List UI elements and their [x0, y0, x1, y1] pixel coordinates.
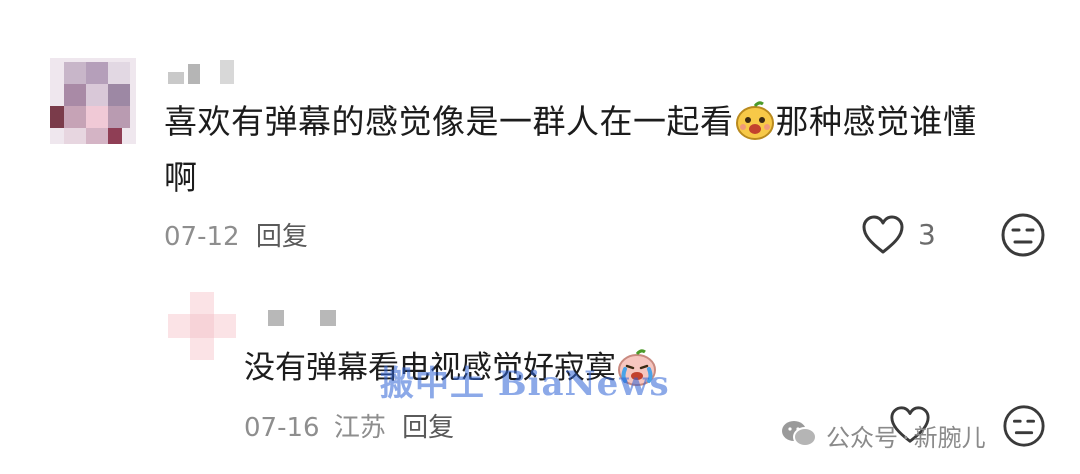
reply-location: 江苏	[333, 413, 386, 443]
reply-button[interactable]: 回复	[256, 222, 308, 252]
comment-date: 07-12	[164, 222, 240, 252]
reply-avatar[interactable]	[168, 292, 236, 360]
heart-icon[interactable]	[860, 213, 906, 257]
account-attribution: 公众号 · 新腕儿	[826, 424, 986, 452]
reply-meta: 07-16 江苏 回复	[244, 407, 454, 444]
wechat-icon	[782, 421, 817, 447]
reply-username[interactable]	[268, 308, 338, 328]
comment-meta: 07-12 回复	[164, 216, 308, 253]
reply-neutral-face-icon[interactable]	[1002, 404, 1046, 448]
like-count: 3	[918, 218, 936, 251]
watermark: 搬中土 BiaNews	[380, 364, 670, 404]
username[interactable]	[168, 60, 238, 86]
neutral-face-icon[interactable]	[1000, 212, 1046, 258]
avatar[interactable]	[50, 58, 136, 144]
comment-content: 喜欢有弹幕的感觉像是一群人在一起看 那种感觉谁懂 啊	[164, 94, 1044, 206]
laughing-face-emoji	[735, 100, 774, 140]
reply-date: 07-16	[244, 413, 320, 443]
reply-reply-button[interactable]: 回复	[402, 413, 454, 443]
